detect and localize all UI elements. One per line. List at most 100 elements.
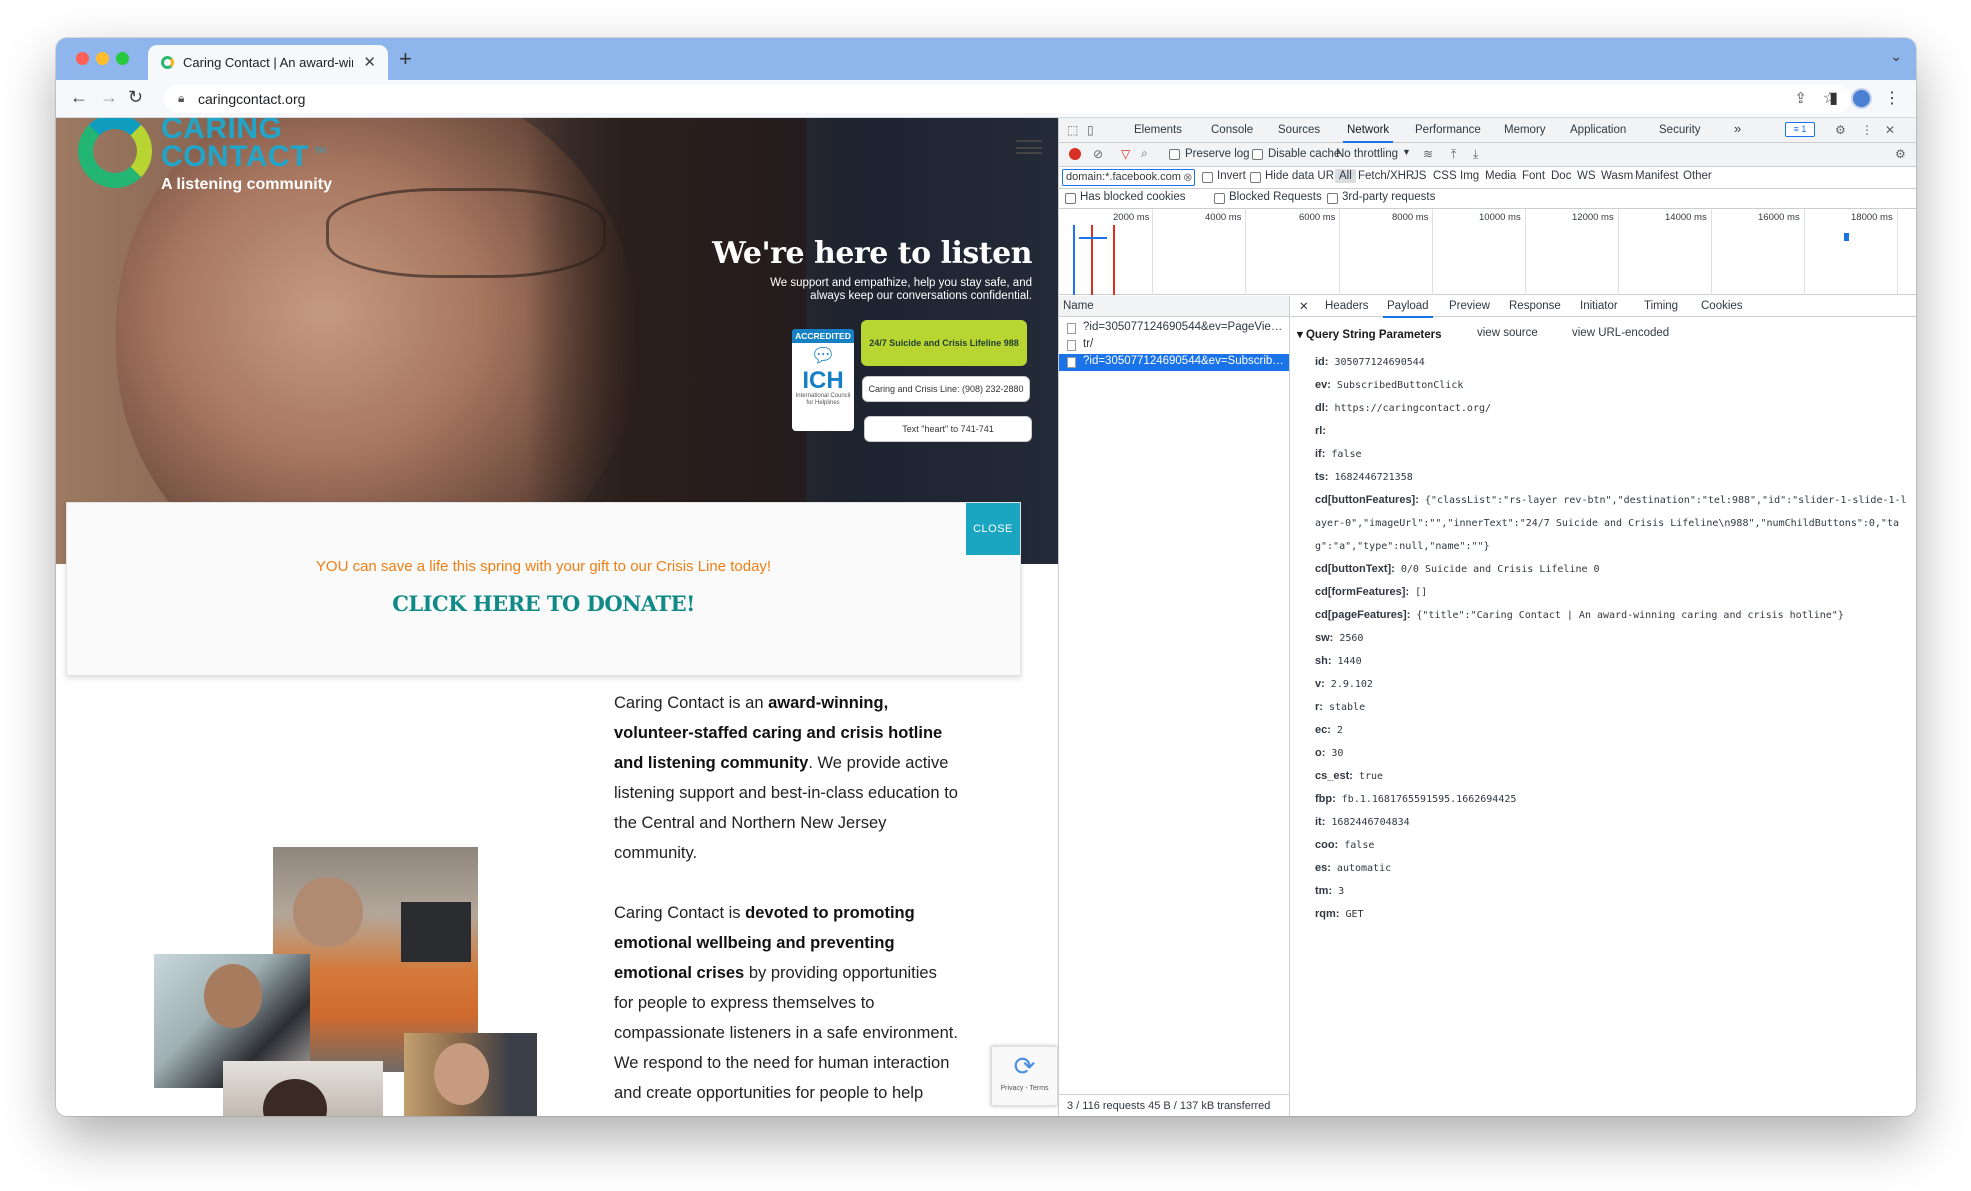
type-wasm[interactable]: Wasm	[1601, 170, 1633, 182]
type-all[interactable]: All	[1335, 169, 1356, 183]
filter-funnel-icon[interactable]: ▽	[1121, 147, 1130, 161]
devtools-menu-icon[interactable]: ⋮	[1861, 123, 1873, 137]
tab-application[interactable]: Application	[1570, 124, 1626, 136]
network-timeline-overview[interactable]: 2000 ms 4000 ms 6000 ms 8000 ms 10000 ms…	[1059, 209, 1916, 295]
forward-arrow-icon[interactable]: →	[100, 87, 118, 108]
blocked-requests-checkbox[interactable]	[1214, 193, 1225, 204]
type-media[interactable]: Media	[1485, 170, 1516, 182]
cookie-filter-bar: Has blocked cookies Blocked Requests 3rd…	[1059, 189, 1916, 209]
load-event-line	[1091, 225, 1093, 295]
minimize-window-button[interactable]	[96, 52, 109, 65]
detail-tab-response[interactable]: Response	[1509, 300, 1561, 312]
tab-memory[interactable]: Memory	[1504, 124, 1546, 136]
throttling-chevron-icon[interactable]: ▼	[1402, 147, 1411, 157]
type-other[interactable]: Other	[1683, 170, 1712, 182]
kebab-menu-icon[interactable]: ⋮	[1884, 88, 1900, 108]
export-har-icon[interactable]: ⤓	[1473, 147, 1478, 162]
throttling-select[interactable]: No throttling	[1336, 148, 1398, 160]
hide-data-urls-checkbox[interactable]	[1250, 172, 1261, 183]
type-doc[interactable]: Doc	[1551, 170, 1571, 182]
device-toolbar-icon[interactable]: ▯	[1087, 123, 1094, 137]
dom-content-loaded-line	[1073, 225, 1075, 295]
reload-icon[interactable]: ↻	[128, 87, 143, 108]
donate-link[interactable]: CLICK HERE TO DONATE!	[67, 591, 1020, 616]
has-blocked-cookies-checkbox[interactable]	[1065, 193, 1076, 204]
tab-security[interactable]: Security	[1659, 124, 1701, 136]
third-party-checkbox[interactable]	[1327, 193, 1338, 204]
crisis-line-button[interactable]: Caring and Crisis Line: (908) 232-2880	[862, 376, 1030, 402]
lifeline-988-button[interactable]: 24/7 Suicide and Crisis Lifeline 988	[861, 320, 1027, 366]
hide-data-urls-label: Hide data URLs	[1265, 170, 1347, 182]
param-key: ts:	[1315, 471, 1329, 483]
filter-input[interactable]: domain:*.facebook.com	[1062, 169, 1195, 186]
detail-tab-cookies[interactable]: Cookies	[1701, 300, 1743, 312]
close-tab-icon[interactable]: ✕	[363, 53, 376, 71]
logo-trademark: TM	[314, 146, 326, 155]
tab-network[interactable]: Network	[1342, 124, 1394, 143]
lock-icon[interactable]: 🔒︎	[178, 91, 184, 106]
tab-performance[interactable]: Performance	[1415, 124, 1481, 136]
detail-tab-timing[interactable]: Timing	[1644, 300, 1678, 312]
more-tabs-icon[interactable]: »	[1734, 121, 1741, 136]
query-string-params-toggle[interactable]: ▾ Query String Parameters	[1297, 327, 1441, 341]
tab-console[interactable]: Console	[1211, 124, 1253, 136]
disable-cache-checkbox[interactable]	[1252, 149, 1263, 160]
url-text[interactable]: caringcontact.org	[198, 91, 305, 107]
inspect-element-icon[interactable]: ⬚	[1067, 123, 1078, 137]
param-key: es:	[1315, 862, 1331, 874]
address-bar[interactable]: 🔒︎ caringcontact.org ⇪ ☆	[164, 85, 1851, 113]
request-row[interactable]: tr/	[1059, 337, 1289, 354]
query-param-row: o: 30	[1315, 742, 1911, 765]
side-panel-icon[interactable]: ▮	[1829, 88, 1838, 108]
close-detail-icon[interactable]: ✕	[1299, 299, 1309, 313]
browser-tab[interactable]: Caring Contact | An award-winning caring…	[148, 45, 388, 80]
close-window-button[interactable]	[76, 52, 89, 65]
tab-search-chevron-icon[interactable]: ⌄	[1890, 48, 1902, 65]
recaptcha-badge[interactable]: ⟳ Privacy - Terms	[991, 1046, 1058, 1106]
search-icon[interactable]: ⌕	[1141, 146, 1148, 161]
clear-filter-icon[interactable]: ⊗	[1183, 170, 1193, 184]
zoom-window-button[interactable]	[116, 52, 129, 65]
param-key: tm:	[1315, 885, 1333, 897]
detail-tab-initiator[interactable]: Initiator	[1580, 300, 1618, 312]
hamburger-menu-icon[interactable]	[1016, 140, 1042, 154]
view-source-link[interactable]: view source	[1477, 327, 1538, 339]
new-tab-button[interactable]: +	[399, 46, 412, 72]
tab-sources[interactable]: Sources	[1278, 124, 1320, 136]
detail-tab-headers[interactable]: Headers	[1325, 300, 1368, 312]
query-param-row: it: 1682446704834	[1315, 811, 1911, 834]
param-key: rl:	[1315, 425, 1326, 437]
network-conditions-icon[interactable]: ≋	[1423, 147, 1433, 161]
type-manifest[interactable]: Manifest	[1635, 170, 1678, 182]
type-font[interactable]: Font	[1522, 170, 1545, 182]
type-ws[interactable]: WS	[1577, 170, 1596, 182]
logo-ring-icon[interactable]	[78, 118, 152, 188]
request-row-selected[interactable]: ?id=305077124690544&ev=SubscribedButtonC…	[1059, 354, 1289, 371]
detail-tab-payload[interactable]: Payload	[1383, 300, 1433, 318]
type-js[interactable]: JS	[1413, 170, 1426, 182]
profile-avatar[interactable]	[1851, 88, 1872, 109]
preserve-log-checkbox[interactable]	[1169, 149, 1180, 160]
popup-close-button[interactable]: CLOSE	[966, 503, 1020, 555]
invert-checkbox[interactable]	[1202, 172, 1213, 183]
close-devtools-icon[interactable]: ✕	[1885, 123, 1895, 137]
request-row[interactable]: ?id=305077124690544&ev=PageView&dl=https…	[1059, 320, 1289, 337]
recaptcha-links[interactable]: Privacy - Terms	[992, 1085, 1057, 1092]
clear-icon[interactable]: ⊘	[1093, 147, 1103, 161]
tab-elements[interactable]: Elements	[1134, 124, 1182, 136]
text-line-button[interactable]: Text "heart" to 741-741	[864, 416, 1032, 442]
back-arrow-icon[interactable]: ←	[70, 87, 88, 108]
issues-count-badge[interactable]: ≡ 1	[1785, 122, 1815, 137]
detail-tab-preview[interactable]: Preview	[1449, 300, 1490, 312]
type-fetch-xhr[interactable]: Fetch/XHR	[1358, 170, 1414, 182]
type-img[interactable]: Img	[1460, 170, 1479, 182]
name-column-header[interactable]: Name	[1059, 296, 1289, 317]
import-har-icon[interactable]: ⤒	[1451, 147, 1456, 162]
settings-gear-icon[interactable]: ⚙	[1835, 123, 1846, 137]
record-icon[interactable]	[1069, 148, 1081, 160]
logo-text-contact[interactable]: CONTACT	[161, 140, 309, 174]
type-css[interactable]: CSS	[1433, 170, 1457, 182]
share-icon[interactable]: ⇪	[1794, 89, 1807, 107]
view-url-encoded-link[interactable]: view URL-encoded	[1572, 327, 1669, 339]
network-settings-icon[interactable]: ⚙	[1895, 147, 1906, 161]
